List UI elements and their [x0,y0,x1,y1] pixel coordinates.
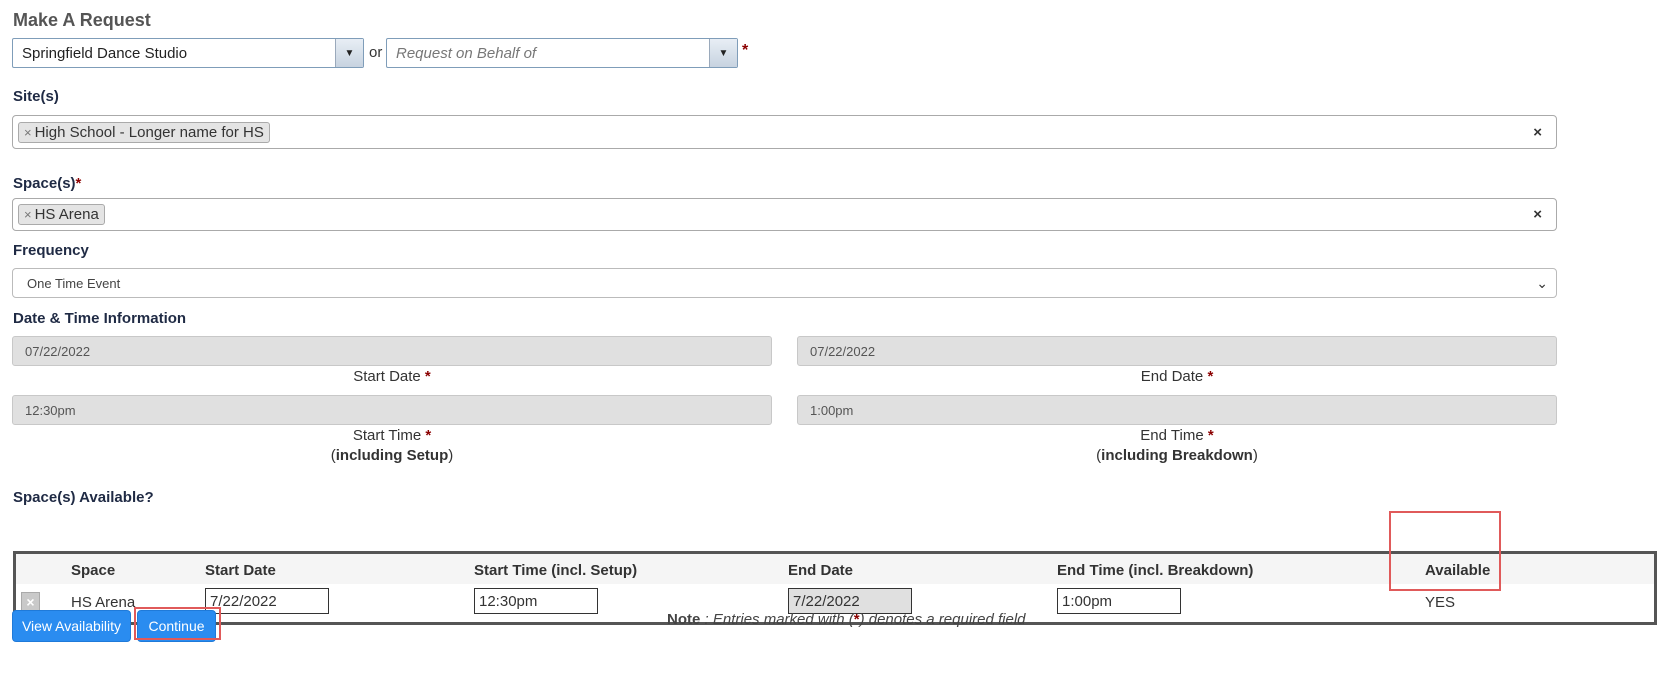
end-time-caption-text: End Time [1140,427,1204,444]
end-date-caption: End Date * [797,368,1557,385]
end-time-subcaption: (including Breakdown) [797,447,1557,464]
start-time-subcaption-bold: including Setup [335,447,449,464]
sites-multiselect[interactable]: × High School - Longer name for HS × [12,115,1557,149]
row-space: HS Arena [71,594,136,611]
chip-remove-icon[interactable]: × [24,207,32,222]
available-highlight [1389,511,1501,591]
continue-highlight [134,607,221,640]
end-date-caption-text: End Date [1140,368,1204,385]
start-date-caption-text: Start Date [353,368,421,385]
datetime-label: Date & Time Information [13,310,187,327]
end-date-input[interactable]: 07/22/2022 [797,336,1557,366]
space-chip-label: HS Arena [34,206,99,223]
start-time-caption-text: Start Time [352,427,422,444]
spaces-label: Space(s)* [13,175,81,192]
row-start-time-input[interactable]: 12:30pm [474,588,598,614]
site-chip-label: High School - Longer name for HS [34,123,264,141]
clear-icon[interactable]: × [1533,206,1542,223]
dropdown-arrow-icon[interactable]: ▼ [335,39,363,67]
note-label: Note [667,611,701,628]
row-start-date-input[interactable]: 7/22/2022 [205,588,329,614]
required-mark: * [742,42,749,59]
row-end-time-input[interactable]: 1:00pm [1057,588,1181,614]
organization-select[interactable]: Springfield Dance Studio ▼ [12,38,364,68]
end-time-caption: End Time * [797,427,1557,444]
start-date-caption: Start Date * [12,368,772,385]
request-on-behalf-select[interactable]: Request on Behalf of ▼ [386,38,738,68]
or-text: or [369,44,383,61]
required-mark: * [425,427,432,444]
required-mark: * [1207,427,1214,444]
dropdown-arrow-icon[interactable]: ▼ [709,39,737,67]
end-time-input[interactable]: 1:00pm [797,395,1557,425]
start-time-input[interactable]: 12:30pm [12,395,772,425]
chevron-down-icon: ⌄ [1536,274,1548,291]
column-header-start-date: Start Date [205,562,276,579]
frequency-select[interactable]: One Time Event ⌄ [12,268,1557,298]
availability-label: Space(s) Available? [13,489,154,506]
required-mark: * [1207,368,1214,385]
clear-icon[interactable]: × [1533,124,1542,141]
spaces-multiselect[interactable]: × HS Arena × [12,198,1557,231]
row-available: YES [1425,594,1456,611]
column-header-space: Space [71,562,116,579]
note-text-after: ) denotes a required field [859,611,1026,628]
behalf-placeholder: Request on Behalf of [396,44,537,62]
column-header-end-time: End Time (incl. Breakdown) [1057,562,1254,579]
space-chip: × HS Arena [18,204,105,225]
note-text-before: : Entries marked with ( [700,611,854,628]
frequency-value: One Time Event [27,275,121,291]
start-date-input[interactable]: 07/22/2022 [12,336,772,366]
column-header-end-date: End Date [788,562,854,579]
required-note: Note : Entries marked with (*) denotes a… [667,611,1026,628]
chip-remove-icon[interactable]: × [24,125,32,140]
required-mark: * [424,368,431,385]
remove-row-icon[interactable]: × [21,592,40,611]
page-title: Make A Request [13,10,151,30]
required-mark: * [75,175,82,192]
start-time-caption: Start Time * [12,427,772,444]
start-time-subcaption: (including Setup) [12,447,772,464]
paren-close: ) [448,447,454,464]
frequency-label: Frequency [13,242,89,259]
site-chip: × High School - Longer name for HS [18,121,270,143]
column-header-start-time: Start Time (incl. Setup) [474,562,638,579]
view-availability-button[interactable]: View Availability [12,610,131,642]
sites-label: Site(s) [13,88,59,105]
end-time-subcaption-bold: including Breakdown [1101,447,1253,464]
organization-value: Springfield Dance Studio [22,44,188,62]
spaces-label-text: Space(s) [13,175,76,192]
paren-close: ) [1252,447,1258,464]
